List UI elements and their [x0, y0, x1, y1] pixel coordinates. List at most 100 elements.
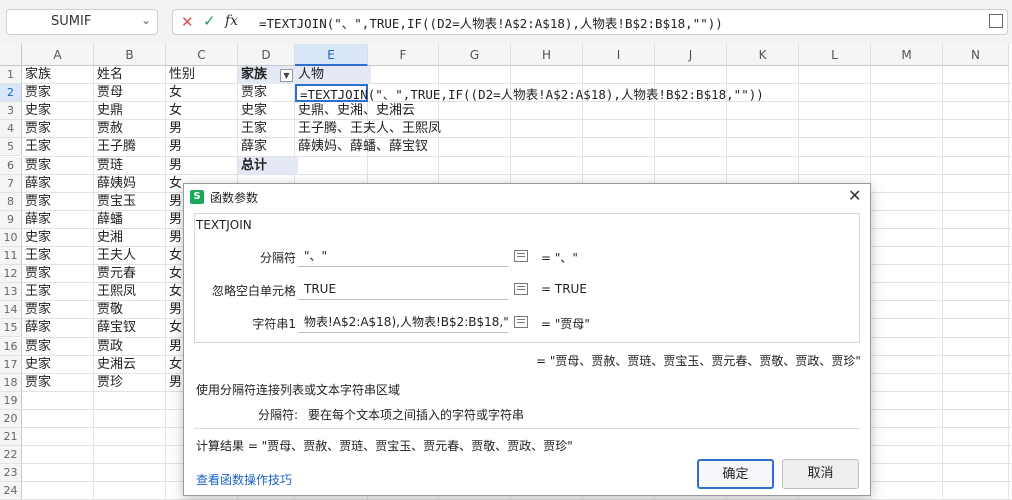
column-header-d[interactable]: D	[238, 44, 295, 66]
cell-b16[interactable]: 贾政	[94, 338, 169, 356]
cell-b9[interactable]: 薛蟠	[94, 211, 169, 229]
cell-d2[interactable]: 贾家	[238, 84, 298, 102]
row-header-9[interactable]: 9	[0, 210, 22, 229]
check-icon[interactable]: ✓	[203, 12, 216, 30]
cell-a16[interactable]: 贾家	[22, 338, 97, 356]
ok-button[interactable]: 确定	[697, 459, 774, 489]
cell-e5[interactable]: 薛姨妈、薛蟠、薛宝钗	[295, 138, 428, 156]
column-header-k[interactable]: K	[727, 44, 799, 66]
cell-a12[interactable]: 贾家	[22, 265, 97, 283]
cell-c1[interactable]: 性别	[166, 66, 241, 84]
cell-b1[interactable]: 姓名	[94, 66, 169, 84]
cell-b11[interactable]: 王夫人	[94, 247, 169, 265]
cell-a2[interactable]: 贾家	[22, 84, 97, 102]
cell-a13[interactable]: 王家	[22, 283, 97, 301]
cell-b15[interactable]: 薛宝钗	[94, 319, 169, 337]
row-header-18[interactable]: 18	[0, 373, 22, 392]
column-header-f[interactable]: F	[368, 44, 439, 66]
row-header-20[interactable]: 20	[0, 409, 22, 428]
cell-b7[interactable]: 薛姨妈	[94, 175, 169, 193]
row-header-24[interactable]: 24	[0, 482, 22, 500]
cell-a5[interactable]: 王家	[22, 138, 97, 156]
close-icon[interactable]: ✕	[848, 186, 861, 205]
cell-a3[interactable]: 史家	[22, 102, 97, 120]
cell-b13[interactable]: 王熙凤	[94, 283, 169, 301]
formula-input[interactable]: =TEXTJOIN("、",TRUE,IF((D2=人物表!A$2:A$18),…	[259, 13, 723, 32]
row-header-11[interactable]: 11	[0, 247, 22, 266]
cell-d4[interactable]: 王家	[238, 120, 298, 138]
cancel-button[interactable]: 取消	[782, 459, 859, 489]
row-header-4[interactable]: 4	[0, 120, 22, 139]
cell-c3[interactable]: 女	[166, 102, 241, 120]
column-header-e[interactable]: E	[295, 44, 368, 66]
cell-b18[interactable]: 贾珍	[94, 374, 169, 392]
cell-b10[interactable]: 史湘	[94, 229, 169, 247]
row-header-13[interactable]: 13	[0, 283, 22, 302]
row-header-8[interactable]: 8	[0, 192, 22, 211]
cell-a8[interactable]: 贾家	[22, 193, 97, 211]
row-header-12[interactable]: 12	[0, 265, 22, 284]
row-header-5[interactable]: 5	[0, 138, 22, 157]
cell-b2[interactable]: 贾母	[94, 84, 169, 102]
cell-e3[interactable]: 史鼎、史湘、史湘云	[295, 102, 415, 120]
range-select-icon[interactable]	[514, 283, 528, 295]
cell-b12[interactable]: 贾元春	[94, 265, 169, 283]
row-header-14[interactable]: 14	[0, 301, 22, 320]
row-header-3[interactable]: 3	[0, 102, 22, 121]
cell-a10[interactable]: 史家	[22, 229, 97, 247]
cell-b17[interactable]: 史湘云	[94, 356, 169, 374]
x-icon[interactable]: ✕	[181, 13, 194, 31]
column-header-g[interactable]: G	[439, 44, 511, 66]
name-box[interactable]: SUMIF ⌄	[6, 9, 158, 35]
cell-d6[interactable]: 总计	[238, 156, 298, 175]
cell-a11[interactable]: 王家	[22, 247, 97, 265]
cell-a15[interactable]: 薛家	[22, 319, 97, 337]
cell-b3[interactable]: 史鼎	[94, 102, 169, 120]
column-header-j[interactable]: J	[655, 44, 727, 66]
fx-icon[interactable]: fx	[225, 13, 238, 29]
cell-e4[interactable]: 王子腾、王夫人、王熙凤	[295, 120, 441, 138]
cell-a6[interactable]: 贾家	[22, 157, 97, 175]
row-header-23[interactable]: 23	[0, 464, 22, 483]
row-header-15[interactable]: 15	[0, 319, 22, 338]
text1-input[interactable]: 物表!A$2:A$18),人物表!B$2:B$18,"")	[298, 311, 508, 333]
row-header-22[interactable]: 22	[0, 446, 22, 465]
cell-b6[interactable]: 贾琏	[94, 157, 169, 175]
ignore-empty-input[interactable]: TRUE	[298, 278, 508, 300]
row-header-19[interactable]: 19	[0, 391, 22, 410]
cell-b4[interactable]: 贾赦	[94, 120, 169, 138]
range-select-icon[interactable]	[514, 250, 528, 262]
row-header-1[interactable]: 1	[0, 66, 22, 85]
cell-e1[interactable]: 人物	[295, 66, 371, 85]
help-link[interactable]: 查看函数操作技巧	[196, 471, 292, 488]
cell-a9[interactable]: 薛家	[22, 211, 97, 229]
column-header-c[interactable]: C	[166, 44, 238, 66]
row-header-21[interactable]: 21	[0, 428, 22, 447]
column-header-i[interactable]: I	[583, 44, 655, 66]
cell-a4[interactable]: 贾家	[22, 120, 97, 138]
cell-a1[interactable]: 家族	[22, 66, 97, 84]
cell-d5[interactable]: 薛家	[238, 138, 298, 156]
column-header-l[interactable]: L	[799, 44, 871, 66]
column-header-b[interactable]: B	[94, 44, 166, 66]
cell-c5[interactable]: 男	[166, 138, 241, 156]
row-header-17[interactable]: 17	[0, 355, 22, 374]
delimiter-input[interactable]: "、"	[298, 245, 508, 267]
row-header-10[interactable]: 10	[0, 228, 22, 247]
cell-b14[interactable]: 贾敬	[94, 301, 169, 319]
expand-formula-icon[interactable]	[989, 14, 1003, 28]
cell-e2[interactable]: =TEXTJOIN("、",TRUE,IF((D2=人物表!A$2:A$18),…	[295, 84, 764, 103]
column-header-n[interactable]: N	[943, 44, 1009, 66]
cell-c2[interactable]: 女	[166, 84, 241, 102]
cell-c6[interactable]: 男	[166, 157, 241, 175]
cell-a7[interactable]: 薛家	[22, 175, 97, 193]
cell-a17[interactable]: 史家	[22, 356, 97, 374]
chevron-down-icon[interactable]: ⌄	[141, 13, 151, 27]
cell-c4[interactable]: 男	[166, 120, 241, 138]
select-all-corner[interactable]	[0, 44, 22, 66]
row-header-16[interactable]: 16	[0, 337, 22, 356]
cell-d3[interactable]: 史家	[238, 102, 298, 120]
filter-dropdown-icon[interactable]: ▼	[280, 68, 293, 82]
column-header-h[interactable]: H	[511, 44, 583, 66]
row-header-7[interactable]: 7	[0, 174, 22, 193]
